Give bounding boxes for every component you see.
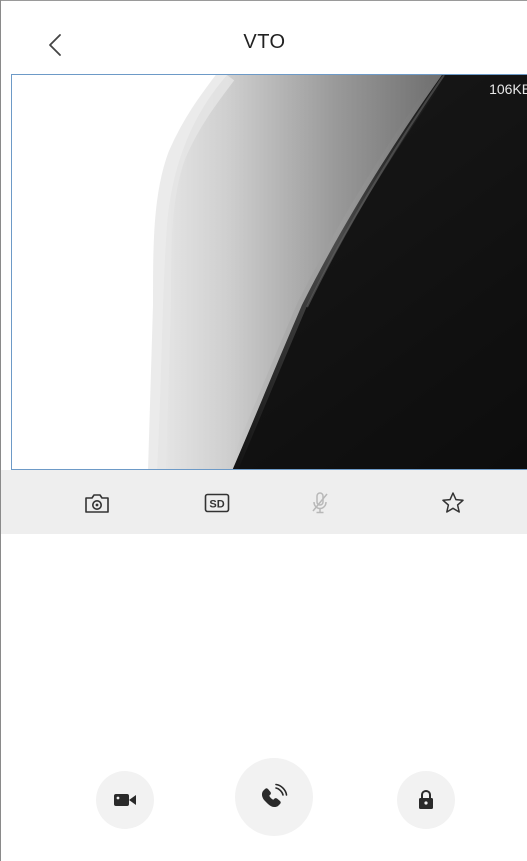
microphone-button[interactable] bbox=[305, 488, 335, 518]
video-toolbar: SD bbox=[1, 470, 527, 534]
sd-quality-button[interactable]: SD bbox=[202, 488, 232, 518]
unlock-button[interactable] bbox=[397, 771, 455, 829]
video-frame bbox=[12, 75, 527, 469]
star-icon bbox=[442, 492, 464, 513]
live-video-view[interactable]: 106KB/s bbox=[11, 74, 527, 470]
page-title: VTO bbox=[243, 31, 286, 53]
lock-icon bbox=[419, 789, 433, 809]
snapshot-button[interactable] bbox=[82, 488, 112, 518]
microphone-muted-icon bbox=[312, 492, 328, 514]
header-bar: VTO bbox=[1, 0, 527, 73]
call-button[interactable] bbox=[235, 758, 313, 836]
phone-icon bbox=[261, 783, 288, 808]
bitrate-label: 106KB/s bbox=[489, 81, 527, 97]
camera-icon bbox=[85, 494, 109, 513]
favorite-button[interactable] bbox=[438, 488, 468, 518]
svg-text:SD: SD bbox=[209, 499, 224, 511]
record-button[interactable] bbox=[96, 771, 154, 829]
vto-screen: VTO 106K SD bbox=[0, 0, 527, 861]
video-camera-icon bbox=[114, 794, 136, 806]
sd-icon: SD bbox=[204, 493, 230, 513]
